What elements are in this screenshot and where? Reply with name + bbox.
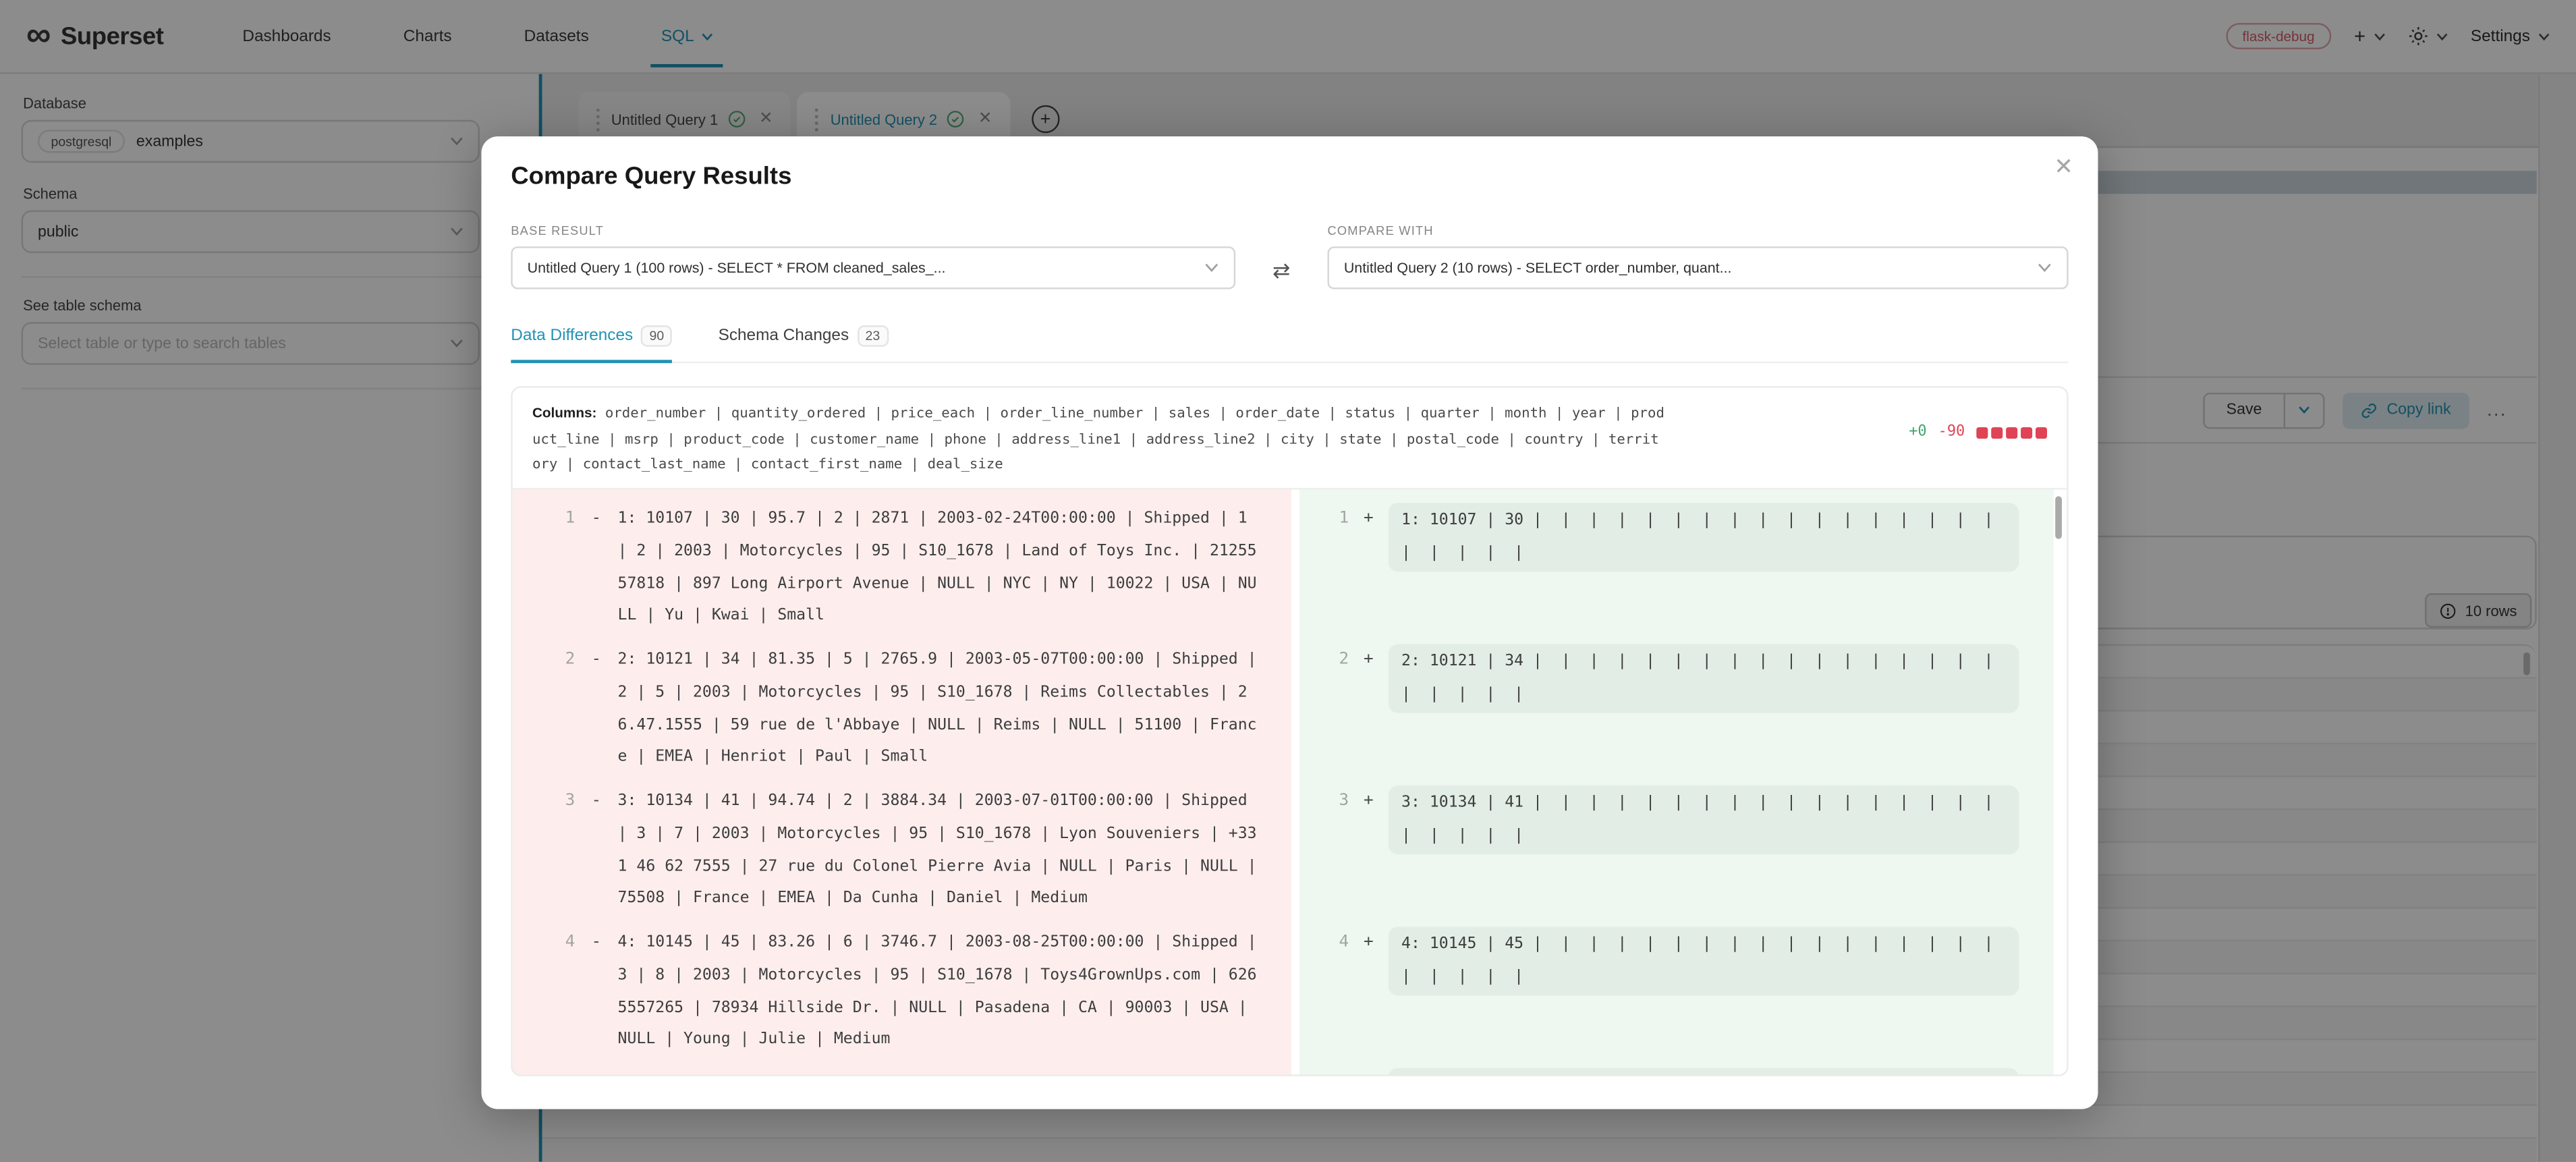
columns-header: Columns: order_number | quantity_ordered… [513, 388, 2067, 490]
diff-row-added: 1 + 1: 10107 | 30 | | | | | | | | | | | … [1299, 503, 2054, 644]
diff-row-removed: 2 - 2: 10121 | 34 | 81.35 | 5 | 2765.9 |… [513, 644, 1291, 785]
minus-icon: - [575, 644, 617, 677]
scrollbar-thumb[interactable] [2055, 496, 2062, 538]
diff-row-removed: 3 - 3: 10134 | 41 | 94.74 | 2 | 3884.34 … [513, 785, 1291, 926]
diff-split-view: 1 - 1: 10107 | 30 | 95.7 | 2 | 2871 | 20… [513, 490, 2067, 1076]
plus-icon: + [1349, 926, 1388, 959]
compare-query-results-modal: ✕ Compare Query Results BASE RESULT Unti… [481, 136, 2098, 1109]
minus-icon: - [575, 503, 617, 535]
plus-icon: + [1349, 503, 1388, 535]
swap-arrows-icon[interactable]: ⇄ [1272, 257, 1291, 283]
minus-icon: - [575, 785, 617, 818]
diff-row-added: 3 + 3: 10134 | 41 | | | | | | | | | | | … [1299, 785, 2054, 926]
diff-container: Columns: order_number | quantity_ordered… [511, 386, 2068, 1076]
plus-icon: + [1349, 644, 1388, 677]
base-result-select[interactable]: Untitled Query 1 (100 rows) - SELECT * F… [511, 246, 1235, 289]
close-icon[interactable]: ✕ [2054, 155, 2073, 177]
result-selectors: BASE RESULT Untitled Query 1 (100 rows) … [511, 223, 2068, 289]
chevron-down-icon [2037, 263, 2052, 273]
tab-schema-changes[interactable]: Schema Changes 23 [719, 325, 889, 362]
diff-row-added: 4 + 4: 10145 | 45 | | | | | | | | | | | … [1299, 926, 2054, 1068]
modal-title: Compare Query Results [511, 136, 2068, 190]
compare-with-value: Untitled Query 2 (10 rows) - SELECT orde… [1344, 260, 1732, 276]
diff-indicator-squares [1976, 426, 2047, 438]
diff-row-removed: 1 - 1: 10107 | 30 | 95.7 | 2 | 2871 | 20… [513, 503, 1291, 644]
columns-text: Columns: order_number | quantity_ordered… [532, 401, 1666, 479]
columns-label: Columns: [532, 404, 596, 420]
removed-count: -90 [1938, 424, 1965, 440]
tab-data-differences[interactable]: Data Differences 90 [511, 325, 672, 362]
compare-with-label: COMPARE WITH [1327, 223, 2068, 238]
diff-row-added-partial [1299, 1068, 2054, 1076]
diff-pane-removed: 1 - 1: 10107 | 30 | 95.7 | 2 | 2871 | 20… [513, 490, 1291, 1076]
diff-row-removed: 4 - 4: 10145 | 45 | 83.26 | 6 | 3746.7 |… [513, 926, 1291, 1068]
added-count: +0 [1909, 424, 1926, 440]
base-result-value: Untitled Query 1 (100 rows) - SELECT * F… [528, 260, 946, 276]
diff-stats: +0 -90 [1909, 424, 2047, 440]
base-result-label: BASE RESULT [511, 223, 1235, 238]
diff-pane-added: 1 + 1: 10107 | 30 | | | | | | | | | | | … [1299, 490, 2054, 1076]
compare-with-select[interactable]: Untitled Query 2 (10 rows) - SELECT orde… [1327, 246, 2068, 289]
columns-list: order_number | quantity_ordered | price_… [532, 406, 1664, 473]
modal-tabs: Data Differences 90 Schema Changes 23 [511, 325, 2068, 363]
schema-count-badge: 23 [857, 325, 888, 347]
chevron-down-icon [1204, 263, 1219, 273]
plus-icon: + [1349, 785, 1388, 818]
diff-count-badge: 90 [641, 325, 672, 347]
screen: ∞ Superset Dashboards Charts Datasets SQ… [0, 0, 2576, 1162]
diff-row-added: 2 + 2: 10121 | 34 | | | | | | | | | | | … [1299, 644, 2054, 785]
minus-icon: - [575, 926, 617, 959]
